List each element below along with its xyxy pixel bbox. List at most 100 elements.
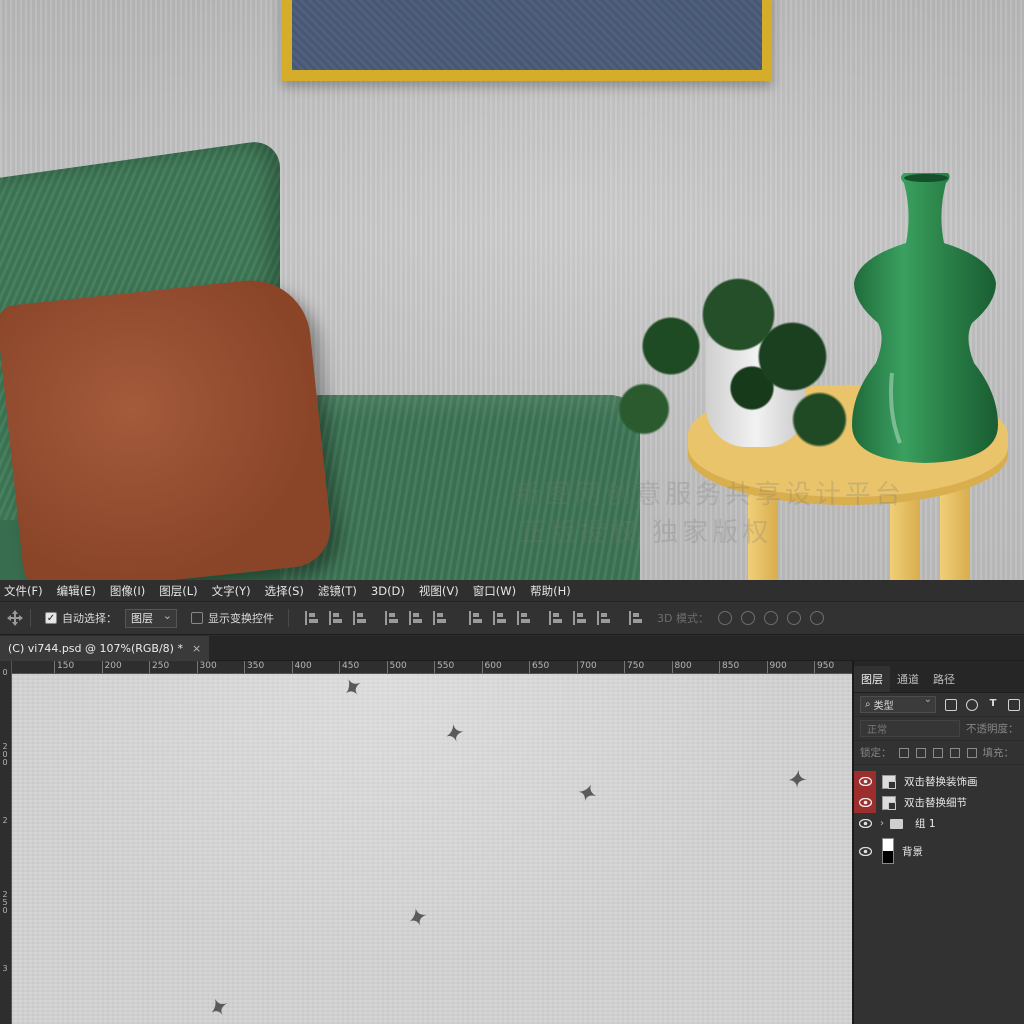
align-vcenter-icon[interactable] xyxy=(329,611,343,625)
align-bottom-icon[interactable] xyxy=(353,611,367,625)
shape-filter-icon[interactable] xyxy=(1008,698,1020,711)
eye-icon[interactable] xyxy=(854,771,876,792)
document-tab-bar: (C) vi744.psd @ 107%(RGB/8) * × xyxy=(0,636,1024,661)
type-filter-icon[interactable]: T xyxy=(987,698,999,711)
bird-silhouette xyxy=(346,679,361,695)
show-transform-checkbox[interactable] xyxy=(191,612,203,624)
lock-artboard-icon[interactable] xyxy=(949,747,960,758)
lock-all-icon[interactable] xyxy=(966,747,977,758)
chevron-right-icon[interactable]: › xyxy=(880,818,884,829)
lock-pixels-icon[interactable] xyxy=(898,747,909,758)
picture-frame xyxy=(282,0,772,81)
ruler-tick-label: 900 xyxy=(766,661,787,673)
menu-item[interactable]: 帮助(H) xyxy=(530,583,571,599)
bird-silhouette xyxy=(578,784,597,802)
align-hcenter-icon[interactable] xyxy=(409,611,423,625)
auto-align-icon[interactable] xyxy=(629,611,643,625)
auto-select-label: 自动选择： xyxy=(62,612,117,625)
menu-item[interactable]: 窗口(W) xyxy=(473,583,516,599)
3d-camera-icon[interactable] xyxy=(809,611,824,625)
3d-orbit-icon[interactable] xyxy=(717,611,732,625)
menu-bar: 文件(F) 编辑(E) 图像(I) 图层(L) 文字(Y) 选择(S) 滤镜(T) 3D(D)… xyxy=(0,580,1024,602)
ruler-tick-label: 950 xyxy=(813,661,835,673)
distribute-hcenter-icon[interactable] xyxy=(573,611,587,625)
ruler-tick-label: 500 xyxy=(386,661,407,673)
distribute-right-icon[interactable] xyxy=(597,611,611,625)
3d-roll-icon[interactable] xyxy=(740,611,755,625)
menu-item[interactable]: 滤镜(T) xyxy=(318,583,357,599)
room-mockup-image: 新图网创意服务共享设计平台 正版授权 独家版权 xyxy=(0,0,1024,580)
layer-row[interactable]: 双击替换装饰画 xyxy=(854,771,1024,792)
layer-row[interactable]: 背景 xyxy=(854,834,1024,868)
align-right-icon[interactable] xyxy=(433,611,447,625)
3d-pan-icon[interactable] xyxy=(763,611,778,625)
fill-label: 填充： xyxy=(982,747,1015,759)
menu-item[interactable]: 视图(V) xyxy=(419,583,459,599)
ruler-tick-label: 550 xyxy=(433,661,455,673)
layer-filter-dropdown[interactable]: ⌕ 类型 xyxy=(860,694,936,713)
ruler-tick-label: 250 xyxy=(148,661,170,673)
layer-name: 双击替换细节 xyxy=(904,797,967,809)
blend-mode-dropdown[interactable]: 正常 xyxy=(860,720,960,737)
blend-row: 正常 不透明度： xyxy=(854,717,1024,741)
divider xyxy=(30,609,31,627)
ruler-tick-label: 450 xyxy=(338,661,360,673)
distribute-left-icon[interactable] xyxy=(549,611,563,625)
options-bar: ✓ 自动选择： 图层 显示变换控件 3D 模式： xyxy=(0,602,1024,635)
ruler-tick-label: 200 xyxy=(101,661,122,673)
menu-item[interactable]: 图像(I) xyxy=(110,583,145,599)
layer-row[interactable]: 双击替换细节 xyxy=(854,792,1024,813)
align-left-icon[interactable] xyxy=(385,611,399,625)
ruler-tick-label: 350 xyxy=(243,661,265,673)
horizontal-ruler: 150 200 250 300 350 400 450 500 550 600 650 700 750 8… xyxy=(12,661,852,674)
document-title: (C) vi744.psd @ 107%(RGB/8) * xyxy=(8,642,183,655)
image-filter-icon[interactable] xyxy=(945,698,957,711)
search-icon: ⌕ xyxy=(865,699,871,710)
ruler-tick-label: 700 xyxy=(576,661,597,673)
document-canvas[interactable] xyxy=(12,674,852,1024)
distribute-top-icon[interactable] xyxy=(469,611,483,625)
auto-select-checkbox[interactable]: ✓ xyxy=(45,612,57,624)
eye-icon[interactable] xyxy=(854,792,876,813)
opacity-label: 不透明度： xyxy=(966,723,1019,735)
adjustment-filter-icon[interactable] xyxy=(966,698,978,711)
watermark-text: 新图网创意服务共享设计平台 正版授权 独家版权 xyxy=(515,480,906,548)
menu-item[interactable]: 文件(F) xyxy=(4,583,43,599)
ruler-tick-label: 750 xyxy=(623,661,645,673)
3d-slide-icon[interactable] xyxy=(786,611,801,625)
ruler-tick-label: 850 xyxy=(718,661,740,673)
layer-name: 背景 xyxy=(902,845,923,858)
document-tab[interactable]: (C) vi744.psd @ 107%(RGB/8) * × xyxy=(0,636,210,661)
distribute-vcenter-icon[interactable] xyxy=(493,611,507,625)
ruler-tick-label: 250 xyxy=(2,890,8,915)
bird-silhouette xyxy=(446,724,464,742)
ruler-tick-label: 600 xyxy=(481,661,502,673)
distribute-bottom-icon[interactable] xyxy=(517,611,531,625)
ruler-tick-label: 0 xyxy=(2,668,8,677)
bird-silhouette xyxy=(211,998,228,1016)
layer-group-row[interactable]: › 组 1 xyxy=(854,813,1024,834)
auto-select-target-dropdown[interactable]: 图层 xyxy=(125,608,177,628)
eye-icon[interactable] xyxy=(854,834,876,868)
menu-item[interactable]: 3D(D) xyxy=(371,584,405,598)
lock-label: 锁定： xyxy=(860,747,892,759)
menu-item[interactable]: 图层(L) xyxy=(159,583,197,599)
lock-image-icon[interactable] xyxy=(915,747,926,758)
layers-panel: 图层 通道 路径 ⌕类型 T 正常 不透明度： 锁定： 填充： xyxy=(854,661,1024,1024)
tab-layers[interactable]: 图层 xyxy=(854,666,890,692)
menu-item[interactable]: 文字(Y) xyxy=(212,583,251,599)
tab-channels[interactable]: 通道 xyxy=(890,666,926,692)
ruler-tick-label: 3 xyxy=(2,964,8,973)
eye-icon[interactable] xyxy=(854,813,876,834)
lock-position-icon[interactable] xyxy=(932,747,943,758)
align-top-icon[interactable] xyxy=(305,611,319,625)
tab-paths[interactable]: 路径 xyxy=(926,666,962,692)
move-tool-icon[interactable] xyxy=(6,609,24,627)
menu-item[interactable]: 编辑(E) xyxy=(57,583,96,599)
ruler-tick-label: 2 xyxy=(2,816,8,825)
lock-row: 锁定： 填充： xyxy=(854,741,1024,765)
close-icon[interactable]: × xyxy=(192,642,201,655)
table-leg xyxy=(940,480,970,580)
green-vase xyxy=(852,173,998,463)
menu-item[interactable]: 选择(S) xyxy=(265,583,304,599)
